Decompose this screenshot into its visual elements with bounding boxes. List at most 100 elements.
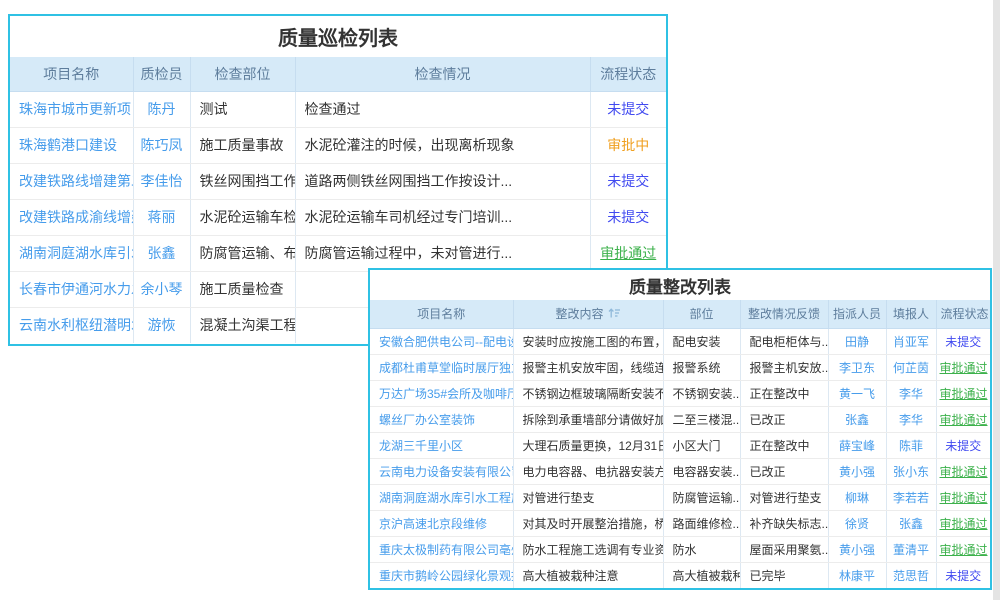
- flow-status-value[interactable]: 审批通过: [936, 484, 990, 510]
- assignee-name-link[interactable]: 柳琳: [828, 484, 886, 510]
- check-part-cell: 防腐管运输、布管: [190, 235, 295, 271]
- inspection-header-row: 项目名称 质检员 检查部位 检查情况 流程状态: [10, 57, 666, 91]
- inspector-name-link[interactable]: 陈巧凤: [133, 127, 190, 163]
- flow-status-value[interactable]: 未提交: [590, 163, 666, 199]
- rectify-content-cell: 对管进行垫支: [513, 484, 663, 510]
- inspector-name-link[interactable]: 游恢: [133, 307, 190, 343]
- inspection-table-row: 珠海市城市更新项目紫... 陈丹 测试 检查通过 未提交: [10, 91, 666, 127]
- assignee-name-link[interactable]: 李卫东: [828, 354, 886, 380]
- flow-status-value[interactable]: 未提交: [590, 91, 666, 127]
- rectification-table-title: 质量整改列表: [370, 270, 990, 300]
- project-name-link[interactable]: 改建铁路线增建第二线...: [10, 163, 133, 199]
- inspection-table-title: 质量巡检列表: [10, 16, 666, 57]
- feedback-cell: 已改正: [740, 458, 828, 484]
- check-part-cell: 混凝土沟渠工程: [190, 307, 295, 343]
- assignee-name-link[interactable]: 薛宝峰: [828, 432, 886, 458]
- inspection-table-row: 湖南洞庭湖水库引水工... 张鑫 防腐管运输、布管 防腐管运输过程中，未对管进行…: [10, 235, 666, 271]
- project-name-link[interactable]: 螺丝厂办公室装饰: [370, 406, 513, 432]
- project-name-link[interactable]: 万达广场35#会所及咖啡厅空...: [370, 380, 513, 406]
- assignee-name-link[interactable]: 黄小强: [828, 536, 886, 562]
- rectify-content-cell: 不锈钢边框玻璃隔断安装不牢...: [513, 380, 663, 406]
- check-situation-cell: 道路两侧铁丝网围挡工作按设计...: [295, 163, 590, 199]
- rectification-table-card: 质量整改列表 项目名称 整改内容 部位 整改情况反馈 指派人员 填报人 流程状态…: [368, 268, 992, 590]
- project-name-link[interactable]: 龙湖三千里小区: [370, 432, 513, 458]
- inspector-name-link[interactable]: 李佳怡: [133, 163, 190, 199]
- rectification-table-row: 湖南洞庭湖水库引水工程施工I标 对管进行垫支 防腐管运输... 对管进行垫支 柳…: [370, 484, 990, 510]
- flow-status-value[interactable]: 未提交: [936, 432, 990, 458]
- assignee-name-link[interactable]: 黄小强: [828, 458, 886, 484]
- project-name-link[interactable]: 珠海鹤港口建设: [10, 127, 133, 163]
- flow-status-value[interactable]: 未提交: [936, 562, 990, 588]
- project-name-link[interactable]: 改建铁路成渝线增建第...: [10, 199, 133, 235]
- reporter-name-link[interactable]: 何芷茵: [886, 354, 936, 380]
- assignee-name-link[interactable]: 林康平: [828, 562, 886, 588]
- rectification-table-row: 安徽合肥供电公司--配电设备... 安装时应按施工图的布置，将... 配电安装 …: [370, 328, 990, 354]
- project-name-link[interactable]: 湖南洞庭湖水库引水工...: [10, 235, 133, 271]
- col-header-reporter: 填报人: [886, 300, 936, 328]
- inspector-name-link[interactable]: 余小琴: [133, 271, 190, 307]
- rectification-table-row: 重庆太极制药有限公司亳州中... 防水工程施工选调有专业资质... 防水 屋面采…: [370, 536, 990, 562]
- rectification-table: 项目名称 整改内容 部位 整改情况反馈 指派人员 填报人 流程状态 安徽合肥供电…: [370, 300, 990, 588]
- project-name-link[interactable]: 安徽合肥供电公司--配电设备...: [370, 328, 513, 354]
- reporter-name-link[interactable]: 董清平: [886, 536, 936, 562]
- flow-status-value[interactable]: 审批通过: [936, 354, 990, 380]
- flow-status-value[interactable]: 审批通过: [936, 406, 990, 432]
- flow-status-value[interactable]: 审批通过: [590, 235, 666, 271]
- inspector-name-link[interactable]: 张鑫: [133, 235, 190, 271]
- feedback-cell: 已改正: [740, 406, 828, 432]
- flow-status-value[interactable]: 未提交: [590, 199, 666, 235]
- col-header-assignee: 指派人员: [828, 300, 886, 328]
- project-name-link[interactable]: 云南电力设备安装有限公司20...: [370, 458, 513, 484]
- reporter-name-link[interactable]: 陈菲: [886, 432, 936, 458]
- project-name-link[interactable]: 成都杜甫草堂临时展厅独立展...: [370, 354, 513, 380]
- rectification-table-row: 成都杜甫草堂临时展厅独立展... 报警主机安放牢固，线缆连接... 报警系统 报…: [370, 354, 990, 380]
- check-situation-cell: 水泥砼灌注的时候，出现离析现象: [295, 127, 590, 163]
- reporter-name-link[interactable]: 李若若: [886, 484, 936, 510]
- rectification-table-row: 螺丝厂办公室装饰 拆除到承重墙部分请做好加固... 二至三楼混... 已改正 张…: [370, 406, 990, 432]
- flow-status-value[interactable]: 审批通过: [936, 458, 990, 484]
- reporter-name-link[interactable]: 肖亚军: [886, 328, 936, 354]
- project-name-link[interactable]: 长春市伊通河水力发电...: [10, 271, 133, 307]
- col-header-part: 部位: [663, 300, 740, 328]
- feedback-cell: 补齐缺失标志...: [740, 510, 828, 536]
- flow-status-value[interactable]: 审批通过: [936, 380, 990, 406]
- check-part-cell: 施工质量事故: [190, 127, 295, 163]
- project-name-link[interactable]: 珠海市城市更新项目紫...: [10, 91, 133, 127]
- assignee-name-link[interactable]: 黄一飞: [828, 380, 886, 406]
- flow-status-value[interactable]: 审批中: [590, 127, 666, 163]
- reporter-name-link[interactable]: 张鑫: [886, 510, 936, 536]
- sort-icon[interactable]: [608, 307, 621, 319]
- col-header-check-situation: 检查情况: [295, 57, 590, 91]
- check-part-cell: 铁丝网围挡工作检查: [190, 163, 295, 199]
- part-cell: 防水: [663, 536, 740, 562]
- reporter-name-link[interactable]: 张小东: [886, 458, 936, 484]
- col-header-rectify-content[interactable]: 整改内容: [513, 300, 663, 328]
- inspection-table-row: 珠海鹤港口建设 陈巧凤 施工质量事故 水泥砼灌注的时候，出现离析现象 审批中: [10, 127, 666, 163]
- assignee-name-link[interactable]: 张鑫: [828, 406, 886, 432]
- rectification-header-row: 项目名称 整改内容 部位 整改情况反馈 指派人员 填报人 流程状态: [370, 300, 990, 328]
- flow-status-value[interactable]: 未提交: [936, 328, 990, 354]
- inspector-name-link[interactable]: 陈丹: [133, 91, 190, 127]
- col-header-check-part: 检查部位: [190, 57, 295, 91]
- flow-status-value[interactable]: 审批通过: [936, 510, 990, 536]
- inspector-name-link[interactable]: 蒋丽: [133, 199, 190, 235]
- check-part-cell: 水泥砼运输车检查: [190, 199, 295, 235]
- feedback-cell: 配电柜柜体与...: [740, 328, 828, 354]
- reporter-name-link[interactable]: 李华: [886, 380, 936, 406]
- feedback-cell: 正在整改中: [740, 432, 828, 458]
- rectify-content-cell: 防水工程施工选调有专业资质...: [513, 536, 663, 562]
- assignee-name-link[interactable]: 田静: [828, 328, 886, 354]
- project-name-link[interactable]: 重庆市鹅岭公园绿化景观提升...: [370, 562, 513, 588]
- flow-status-value[interactable]: 审批通过: [936, 536, 990, 562]
- col-header-project-name: 项目名称: [370, 300, 513, 328]
- rectify-content-cell: 电力电容器、电抗器安装方案...: [513, 458, 663, 484]
- project-name-link[interactable]: 重庆太极制药有限公司亳州中...: [370, 536, 513, 562]
- reporter-name-link[interactable]: 范思哲: [886, 562, 936, 588]
- project-name-link[interactable]: 湖南洞庭湖水库引水工程施工I标: [370, 484, 513, 510]
- check-situation-cell: 检查通过: [295, 91, 590, 127]
- part-cell: 路面维修检...: [663, 510, 740, 536]
- reporter-name-link[interactable]: 李华: [886, 406, 936, 432]
- assignee-name-link[interactable]: 徐贤: [828, 510, 886, 536]
- project-name-link[interactable]: 京沪高速北京段维修: [370, 510, 513, 536]
- project-name-link[interactable]: 云南水利枢纽潜明水库...: [10, 307, 133, 343]
